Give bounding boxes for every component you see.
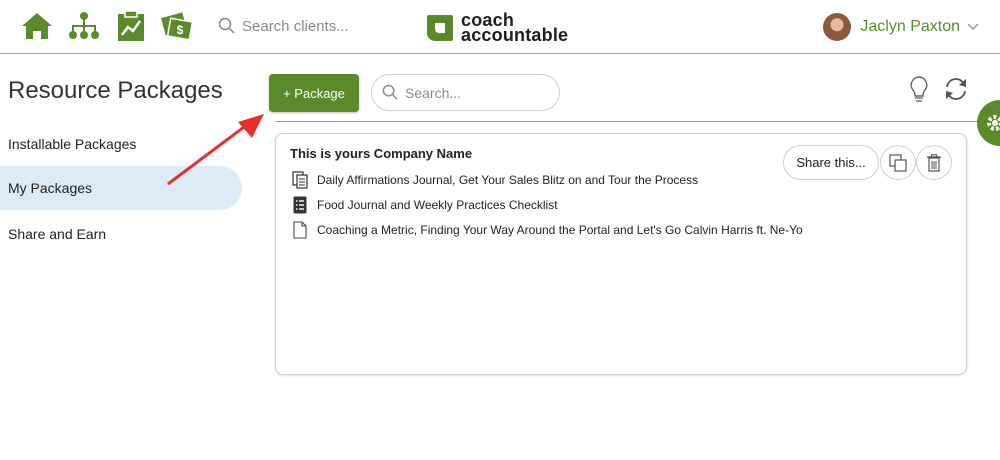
search-icon [382,84,398,100]
client-search[interactable] [218,13,398,39]
money-icon[interactable]: $ [160,9,194,43]
copy-document-icon [290,170,310,190]
clipboard-chart-icon[interactable] [114,9,148,43]
package-item[interactable]: Coaching a Metric, Finding Your Way Arou… [290,220,803,240]
home-icon[interactable] [20,9,54,43]
logo-mark-icon [427,15,453,41]
logo-text: coach accountable [461,11,569,45]
package-item-label: Coaching a Metric, Finding Your Way Arou… [317,223,803,237]
page-title: Resource Packages [8,77,223,104]
delete-button[interactable] [916,145,952,180]
share-button[interactable]: Share this... [783,145,879,180]
add-package-button[interactable]: + Package [269,74,359,112]
toolbar-divider [275,121,1000,122]
avatar [823,13,852,41]
sidebar-item-label: Installable Packages [8,136,137,152]
lightbulb-icon[interactable] [906,75,932,103]
svg-text:$: $ [177,23,184,37]
sidebar-item-share-and-earn[interactable]: Share and Earn [0,212,242,256]
package-search-input[interactable] [405,84,555,101]
package-card: This is yours Company Name Daily Affirma… [275,133,967,375]
user-menu[interactable]: Jaclyn Paxton [823,12,980,42]
package-item[interactable]: Food Journal and Weekly Practices Checkl… [290,195,558,215]
client-search-input[interactable] [242,17,392,35]
sidebar-item-label: Share and Earn [8,226,107,242]
search-icon [218,17,235,34]
list-document-icon [290,195,310,215]
refresh-icon[interactable] [943,75,969,103]
sidebar-item-label: My Packages [8,180,93,196]
logo-line-2: accountable [461,25,569,45]
package-item[interactable]: Daily Affirmations Journal, Get Your Sal… [290,170,698,190]
top-bar: $ coach accountable Jaclyn Paxton [0,0,1000,54]
settings-tab[interactable] [977,100,1000,146]
annotation-arrow-icon [167,114,264,186]
trash-icon [927,153,941,172]
package-item-label: Daily Affirmations Journal, Get Your Sal… [317,173,699,187]
org-chart-icon[interactable] [67,9,101,43]
duplicate-button[interactable] [880,145,916,180]
package-title: This is yours Company Name [290,146,473,161]
duplicate-icon [889,153,907,172]
coach-accountable-logo[interactable]: coach accountable [425,11,569,45]
document-icon [290,220,310,240]
gear-icon [987,115,1000,131]
package-item-label: Food Journal and Weekly Practices Checkl… [317,198,558,212]
user-name: Jaclyn Paxton [860,18,960,35]
chevron-down-icon [967,23,979,31]
package-search[interactable] [371,74,560,111]
